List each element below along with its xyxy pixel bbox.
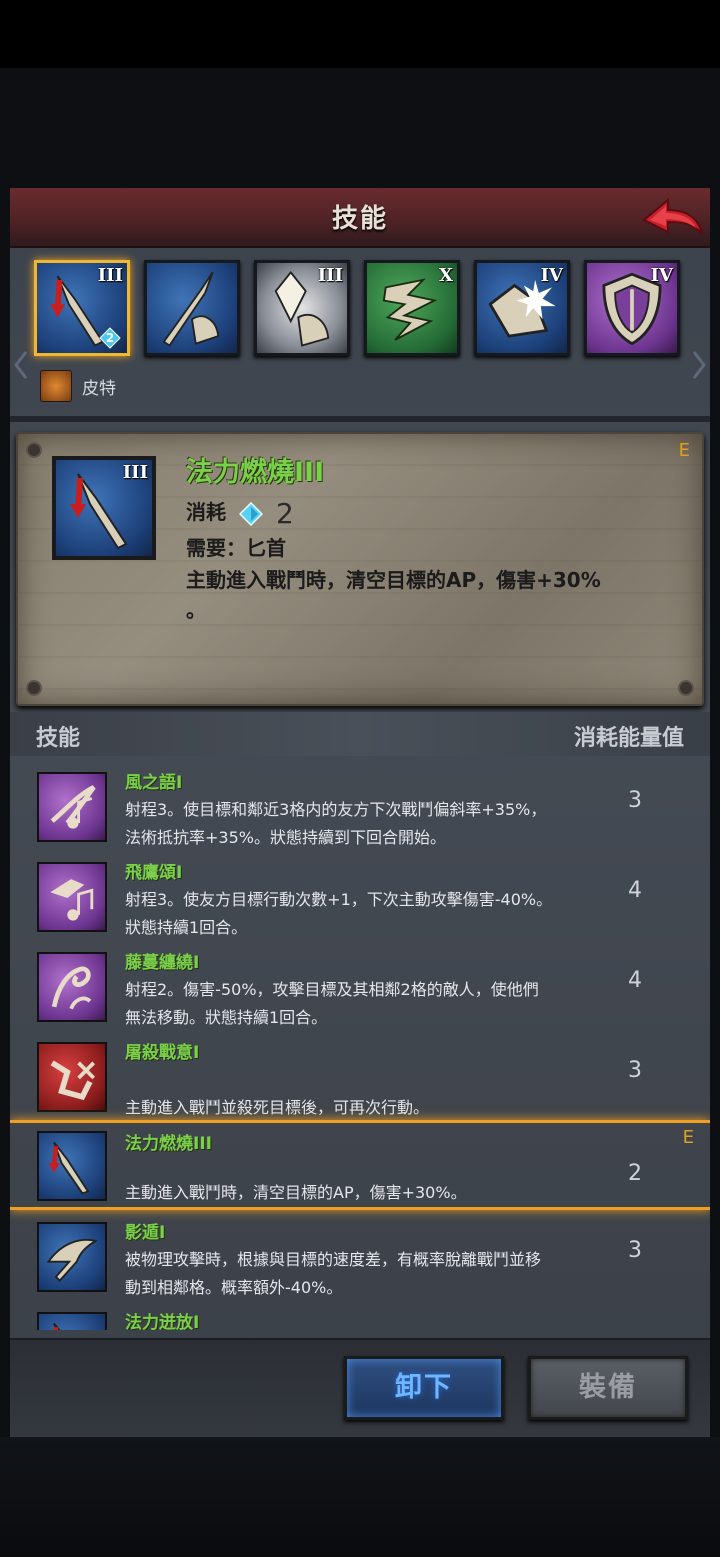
nail-icon — [678, 680, 694, 696]
skill-list-header: 技能 消耗能量值 — [10, 712, 710, 756]
bottom-background — [0, 1437, 720, 1557]
nail-icon — [26, 680, 42, 696]
detail-skill-name: 法力燃燒III — [186, 457, 325, 488]
skill-name: 法力迸放I — [125, 1313, 200, 1330]
spear-arm-icon — [162, 271, 220, 347]
equip-button[interactable]: 裝備 — [528, 1356, 688, 1420]
skill-cost: 2 — [628, 1161, 642, 1186]
equipped-tag: E — [682, 1127, 694, 1148]
divider — [10, 416, 710, 422]
skill-name: 風之語I — [125, 773, 183, 793]
detail-description: 主動進入戰鬥時，清空目標的AP，傷害+30% — [186, 568, 601, 592]
status-bar-area — [0, 0, 720, 68]
skill-icon — [37, 1131, 107, 1201]
equipped-skill-3[interactable]: III — [254, 260, 350, 356]
skill-rank: III — [97, 265, 123, 286]
skill-icon — [37, 1042, 107, 1112]
unequip-button[interactable]: 卸下 — [344, 1356, 504, 1420]
skill-name: 法力燃燒III — [125, 1134, 212, 1154]
skill-rank: IV — [650, 265, 673, 286]
character-owner: 皮特 — [40, 370, 116, 402]
list-header-cost: 消耗能量值 — [573, 726, 684, 751]
skill-rank: III — [122, 462, 148, 483]
equipped-skill-2[interactable] — [144, 260, 240, 356]
gem-badge-count: 2 — [105, 331, 115, 345]
skill-detail-card: III 法力燃燒III E 消耗 2 需要：匕首 主動進入戰鬥時，清空目標的AP… — [16, 432, 704, 706]
skill-icon — [37, 862, 107, 932]
skill-name: 屠殺戰意I — [125, 1043, 200, 1063]
equipped-skill-1[interactable]: III 2 — [34, 260, 130, 356]
skill-name: 藤蔓纏繞I — [125, 953, 200, 973]
list-item[interactable]: 屠殺戰意I 主動進入戰鬥並殺死目標後，可再次行動。 3 — [10, 1032, 710, 1120]
action-footer: 卸下 裝備 — [10, 1338, 710, 1437]
panel-header: 技能 — [10, 188, 710, 248]
skill-name: 影遁I — [125, 1223, 166, 1243]
list-item[interactable]: 風之語I 射程3。使目標和鄰近3格内的友方下次戰鬥偏斜率+35%， 法術抵抗率+… — [10, 762, 710, 850]
skill-desc-line2: 無法移動。狀態持續1回合。 — [125, 1008, 328, 1027]
skill-icon — [37, 772, 107, 842]
skill-cost: 3 — [628, 788, 642, 813]
skill-icon — [37, 1312, 107, 1330]
skill-desc-line1: 被物理攻擊時，根據與目標的速度差，有概率脫離戰鬥並移 — [125, 1250, 542, 1269]
avatar — [40, 370, 72, 402]
page-title: 技能 — [331, 204, 388, 234]
vine-grip-icon — [51, 966, 92, 1010]
cost-value: 2 — [275, 497, 294, 530]
chevron-left-icon[interactable] — [14, 350, 28, 380]
detail-cost: 消耗 2 — [186, 496, 294, 530]
slain-foe-icon — [50, 1060, 96, 1101]
skill-rank: III — [317, 265, 343, 286]
detail-skill-icon: III — [52, 456, 156, 560]
skill-desc-line2: 主動進入戰鬥並殺死目標後，可再次行動。 — [125, 1098, 430, 1117]
dagger-down-arrow-icon — [48, 1141, 90, 1195]
skill-icon — [37, 1222, 107, 1292]
skill-cost: 3 — [628, 1238, 642, 1263]
skill-rank: X — [439, 265, 453, 286]
cost-label: 消耗 — [186, 500, 226, 524]
skill-desc-line1: 射程2。傷害-50%，攻擊目標及其相鄰2格的敵人，使他們 — [125, 980, 539, 999]
skill-desc-line1: 射程3。使友方目標行動次數+1，下次主動攻擊傷害-40%。 — [125, 890, 553, 909]
equipped-skill-6[interactable]: IV — [584, 260, 680, 356]
skill-desc-line2: 狀態持續1回合。 — [125, 918, 248, 937]
energy-gem-icon — [238, 501, 263, 526]
dagger-down-arrow-icon — [53, 1322, 61, 1330]
list-item[interactable]: 藤蔓纏繞I 射程2。傷害-50%，攻擊目標及其相鄰2格的敵人，使他們 無法移動。… — [10, 942, 710, 1030]
chevron-right-icon[interactable] — [692, 350, 706, 380]
skill-cost: 3 — [628, 1058, 642, 1083]
skill-list[interactable]: 風之語I 射程3。使目標和鄰近3格内的友方下次戰鬥偏斜率+35%， 法術抵抗率+… — [10, 762, 710, 1330]
list-item[interactable]: 飛鷹頌I 射程3。使友方目標行動次數+1，下次主動攻擊傷害-40%。 狀態持續1… — [10, 852, 710, 940]
music-note-wind-icon — [50, 785, 96, 829]
skill-desc-line1: 射程3。使目標和鄰近3格内的友方下次戰鬥偏斜率+35%， — [125, 800, 547, 819]
skills-panel: 技能 III 2 III X IV IV 皮特 III 法力燃燒III E 消耗… — [10, 188, 710, 1437]
equipped-skill-4[interactable]: X — [364, 260, 460, 356]
back-arrow-icon[interactable] — [640, 194, 704, 240]
owner-name: 皮特 — [82, 378, 116, 399]
skill-desc-line2: 主動進入戰鬥時，清空目標的AP，傷害+30%。 — [125, 1183, 467, 1202]
shadow-step-icon — [46, 1239, 99, 1282]
skill-cost: 4 — [628, 878, 642, 903]
gem-badge-icon: 2 — [99, 327, 121, 349]
music-note-eagle-icon — [50, 879, 94, 921]
detail-requirement: 需要：匕首 — [186, 536, 286, 560]
skill-name: 飛鷹頌I — [125, 863, 183, 883]
equipped-tag: E — [678, 440, 690, 461]
list-item-selected[interactable]: 法力燃燒III E 主動進入戰鬥時，清空目標的AP，傷害+30%。 2 — [10, 1120, 710, 1210]
skill-desc-line2: 法術抵抗率+35%。狀態持續到下回合開始。 — [125, 828, 446, 847]
list-item[interactable]: 法力迸放I — [10, 1302, 710, 1330]
nail-icon — [26, 442, 42, 458]
skill-desc-line2: 動到相鄰格。概率額外-40%。 — [125, 1278, 343, 1297]
skill-icon — [37, 952, 107, 1022]
detail-description-continued: 。 — [186, 598, 206, 622]
list-item[interactable]: 影遁I 被物理攻擊時，根據與目標的速度差，有概率脫離戰鬥並移 動到相鄰格。概率額… — [10, 1212, 710, 1300]
equipped-skill-5[interactable]: IV — [474, 260, 570, 356]
list-header-skill: 技能 — [36, 726, 81, 751]
skill-rank: IV — [540, 265, 563, 286]
skill-cost: 4 — [628, 968, 642, 993]
